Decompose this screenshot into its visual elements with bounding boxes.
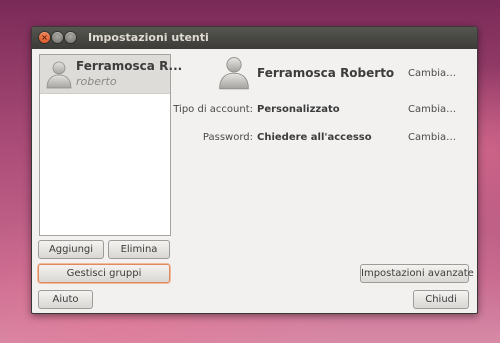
user-list[interactable]: Ferramosca R... roberto	[39, 54, 182, 236]
password-label: Password:	[202, 132, 253, 143]
user-avatar-icon	[216, 54, 252, 90]
manage-groups-button[interactable]: Gestisci gruppi	[38, 264, 170, 283]
account-type-label: Tipo di account:	[173, 104, 253, 115]
minimize-window-icon[interactable]	[52, 32, 63, 43]
change-name-link[interactable]: Cambia…	[408, 68, 456, 79]
advanced-settings-button[interactable]: Impostazioni avanzate	[360, 264, 474, 283]
close-button[interactable]: Chiudi	[413, 290, 469, 309]
delete-user-button[interactable]: Elimina	[108, 240, 170, 259]
change-account-type-link[interactable]: Cambia…	[408, 104, 456, 115]
maximize-window-icon[interactable]	[65, 32, 76, 43]
account-type-value: Personalizzato	[257, 104, 340, 115]
user-list-item-name: Ferramosca R...	[76, 59, 183, 73]
user-settings-window: × Impostazioni utenti Ferramosca R... ro…	[31, 26, 478, 314]
user-avatar-icon	[44, 59, 74, 89]
close-window-icon[interactable]: ×	[39, 32, 50, 43]
user-list-item[interactable]: Ferramosca R... roberto	[40, 55, 182, 94]
help-button[interactable]: Aiuto	[38, 290, 93, 309]
user-full-name: Ferramosca Roberto	[257, 66, 395, 80]
change-password-link[interactable]: Cambia…	[408, 132, 456, 143]
title-bar[interactable]: × Impostazioni utenti	[32, 27, 477, 49]
add-user-button[interactable]: Aggiungi	[38, 240, 104, 259]
password-value: Chiedere all'accesso	[257, 132, 372, 143]
user-list-item-login: roberto	[76, 75, 117, 88]
window-title: Impostazioni utenti	[88, 31, 209, 44]
